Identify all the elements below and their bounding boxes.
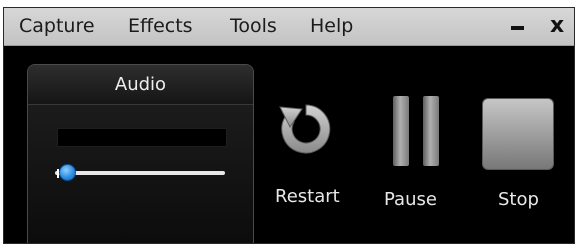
restart-label: Restart [275, 186, 340, 207]
control-panel: Audio Restart Pause Stop [4, 46, 574, 243]
menu-capture[interactable]: Capture [19, 15, 95, 37]
menu-effects[interactable]: Effects [128, 15, 193, 37]
volume-slider-track[interactable] [55, 171, 225, 175]
menu-bar: Capture Effects Tools Help x [4, 8, 574, 46]
close-button[interactable]: x [550, 14, 564, 38]
stop-label: Stop [498, 189, 539, 210]
minimize-button[interactable] [511, 14, 524, 38]
restart-icon [279, 104, 331, 154]
pause-label: Pause [384, 189, 437, 210]
audio-panel: Audio [27, 64, 254, 243]
audio-header: Audio [28, 65, 253, 105]
volume-slider-knob[interactable] [59, 164, 77, 181]
audio-level-meter [57, 128, 227, 147]
minimize-icon [511, 26, 524, 30]
audio-title: Audio [114, 74, 167, 95]
menu-tools[interactable]: Tools [230, 15, 277, 37]
menu-help[interactable]: Help [310, 15, 353, 37]
stop-icon [482, 98, 554, 170]
pause-icon [393, 96, 441, 166]
recorder-window: Capture Effects Tools Help x Audio Resta… [3, 7, 575, 244]
